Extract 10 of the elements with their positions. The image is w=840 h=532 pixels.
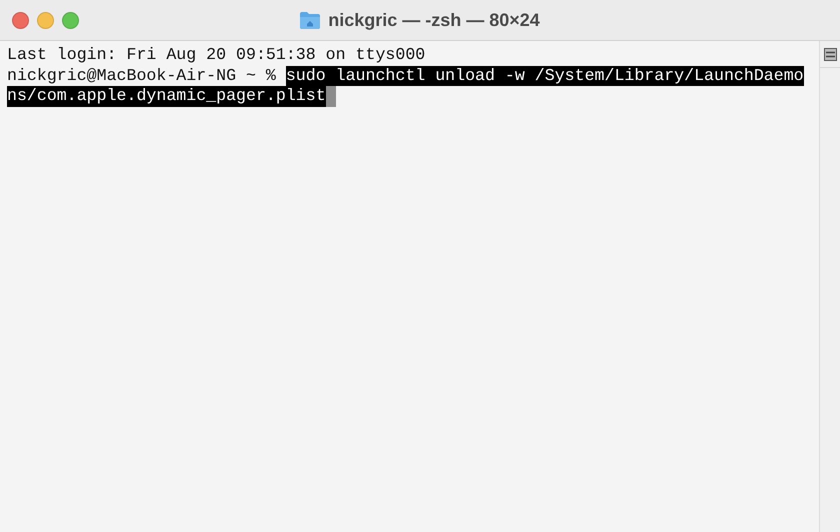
terminal-text: Last login: Fri Aug 20 09:51:38 on ttys000 xyxy=(7,45,426,66)
minimize-button[interactable] xyxy=(37,12,54,28)
split-view-icon[interactable] xyxy=(824,48,836,60)
terminal-text: nickgric@MacBook-Air-NG ~ % xyxy=(7,66,277,86)
selected-text: ns/com.apple.dynamic_pager.plist xyxy=(7,86,326,106)
close-button[interactable] xyxy=(12,12,29,28)
window-title: nickgric — -zsh — 80×24 xyxy=(328,10,540,30)
zoom-button[interactable] xyxy=(62,12,79,28)
selected-text: sudo launchctl unload -w /System/Library/LaunchDaemo xyxy=(286,66,804,86)
folder-icon xyxy=(299,10,322,30)
